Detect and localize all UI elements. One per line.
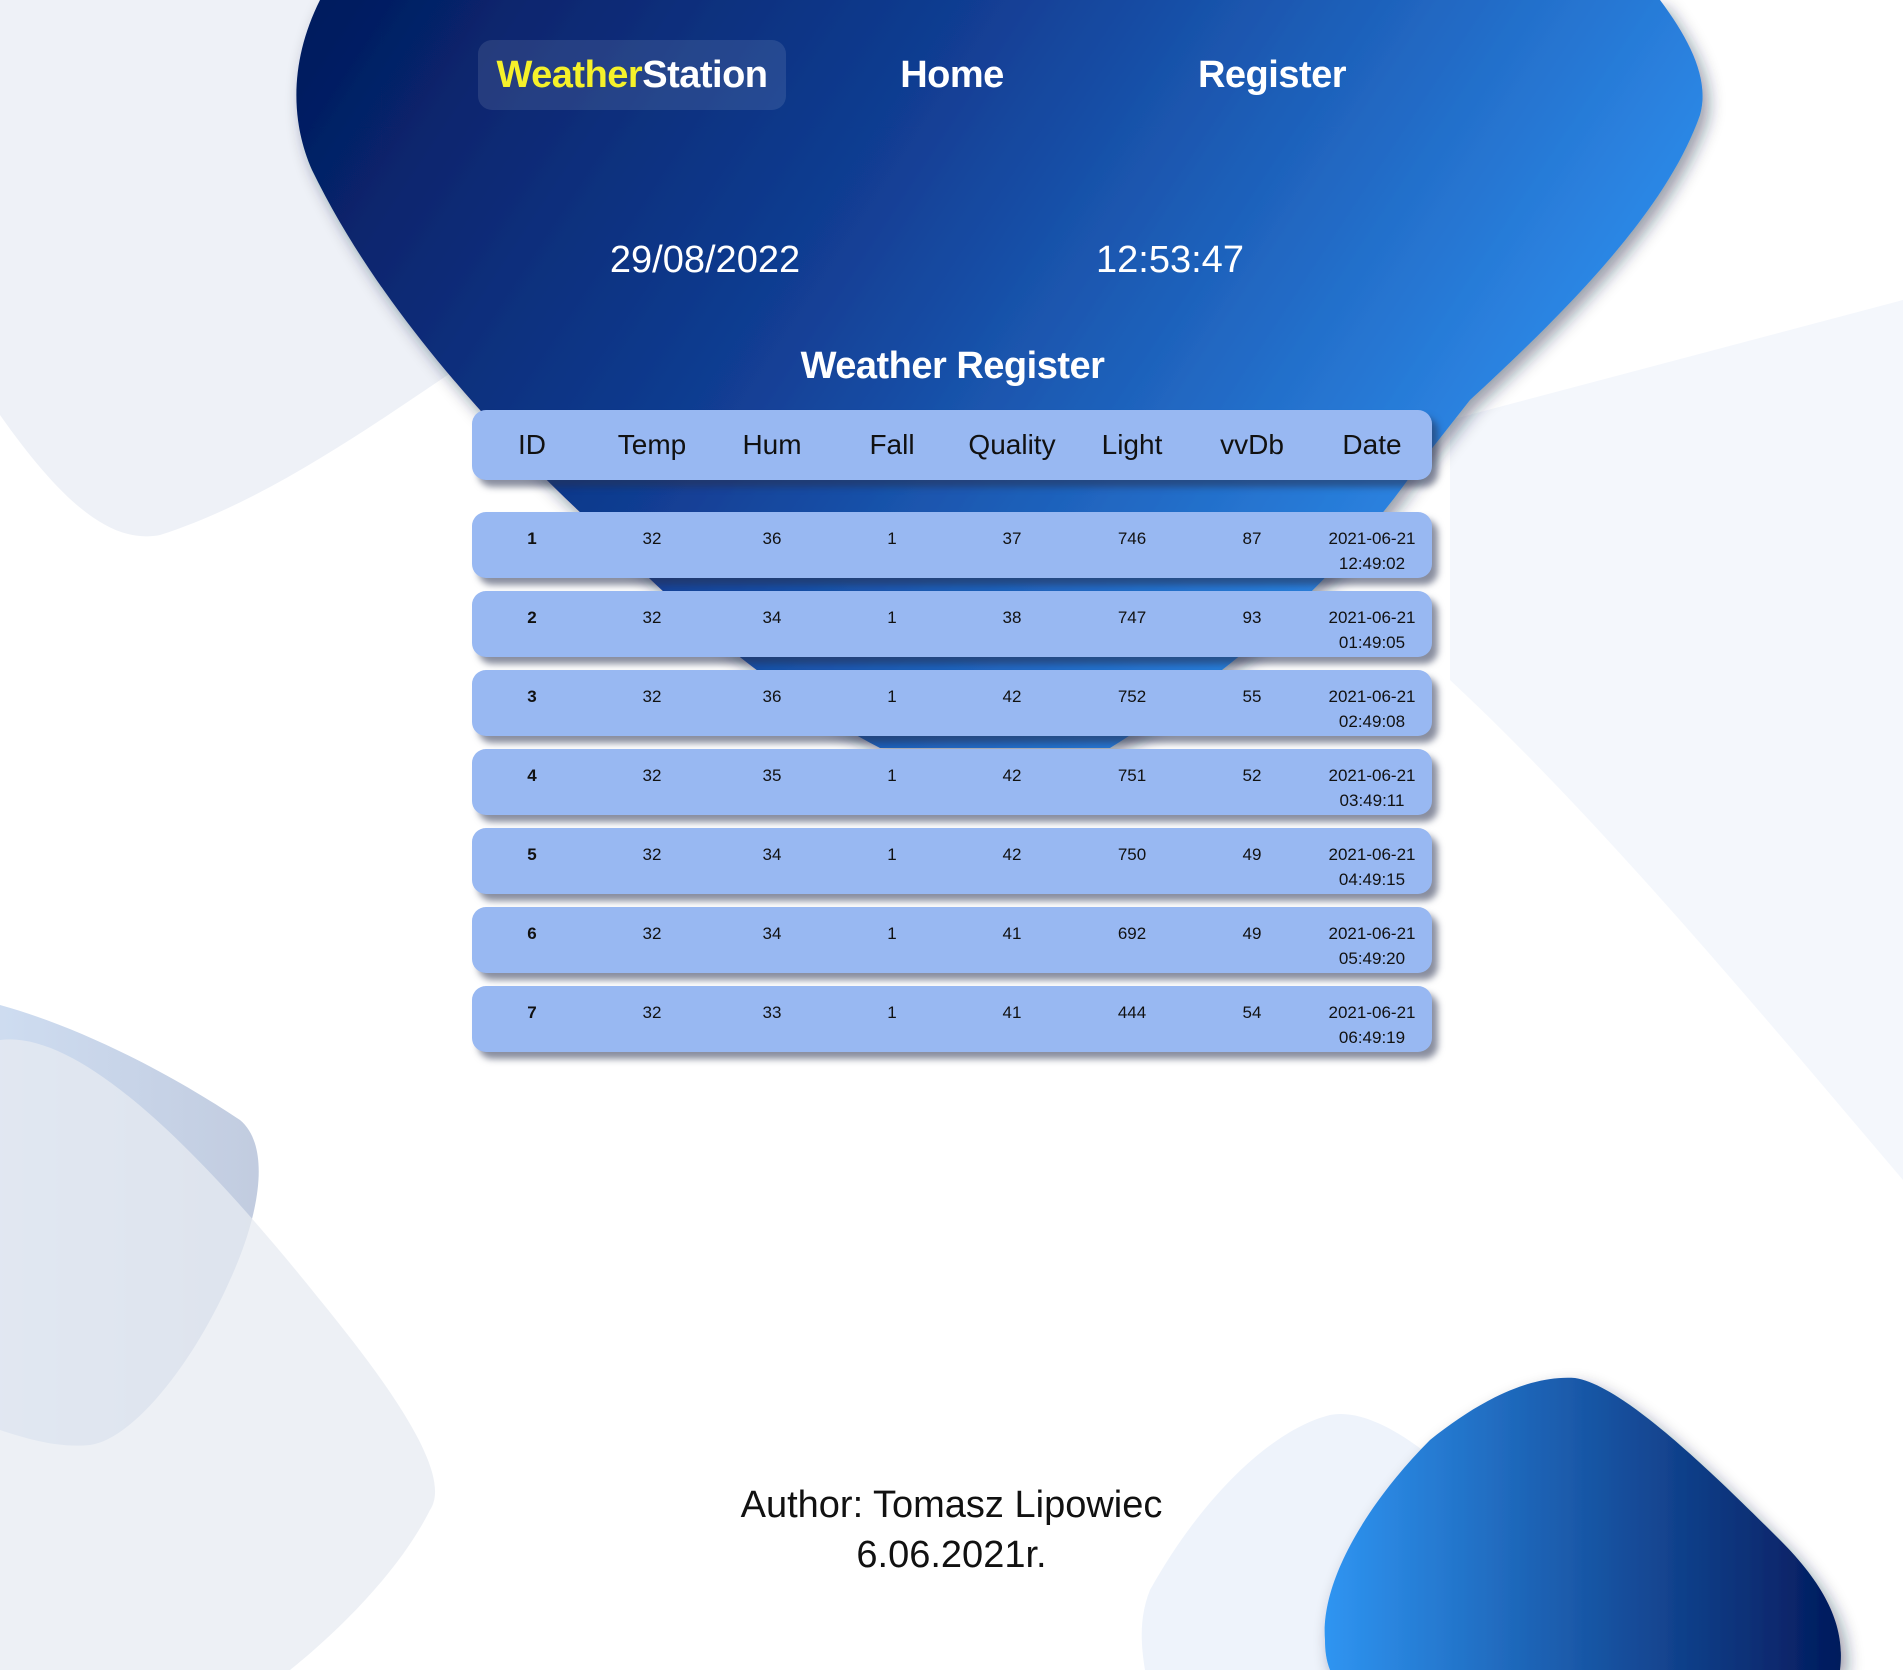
nav-home-link[interactable]: Home: [852, 40, 1052, 110]
cell-quality: 42: [1002, 687, 1022, 706]
cell-light: 752: [1117, 687, 1147, 706]
cell-date: 2021-06-21 03:49:11: [1328, 766, 1416, 810]
table-row: 3 32 36 1 42 752 55 2021-06-21 02:49:08: [472, 670, 1432, 736]
table-row: 4 32 35 1 42 751 52 2021-06-21 03:49:11: [472, 749, 1432, 815]
cell-quality: 42: [1002, 845, 1022, 864]
cell-hum: 36: [762, 687, 782, 706]
brand-station-text: Station: [642, 53, 768, 96]
cell-fall: 1: [887, 766, 897, 785]
cell-light: 750: [1117, 845, 1147, 864]
cell-temp: 32: [642, 608, 662, 627]
column-header-fall: Fall: [869, 429, 915, 460]
column-header-hum: Hum: [742, 429, 802, 460]
cell-temp: 32: [642, 766, 662, 785]
cell-date: 2021-06-21 12:49:02: [1328, 529, 1416, 573]
column-header-id: ID: [518, 429, 546, 460]
cell-vvdb: 49: [1242, 924, 1262, 943]
cell-quality: 41: [1002, 924, 1022, 943]
cell-quality: 42: [1002, 766, 1022, 785]
cell-vvdb: 93: [1242, 608, 1262, 627]
cell-light: 747: [1117, 608, 1147, 627]
column-header-temp: Temp: [617, 429, 687, 460]
cell-light: 692: [1117, 924, 1147, 943]
cell-vvdb: 55: [1242, 687, 1262, 706]
cell-vvdb: 52: [1242, 766, 1262, 785]
brand-logo-link[interactable]: Weather Station: [478, 40, 786, 110]
cell-fall: 1: [887, 1003, 897, 1022]
cell-hum: 34: [762, 608, 782, 627]
cell-light: 444: [1117, 1003, 1147, 1022]
cell-fall: 1: [887, 529, 897, 548]
current-time: 12:53:47: [1096, 238, 1244, 281]
cell-date: 2021-06-21 06:49:19: [1328, 1003, 1416, 1047]
cell-temp: 32: [642, 924, 662, 943]
column-header-light: Light: [1101, 429, 1163, 460]
cell-vvdb: 87: [1242, 529, 1262, 548]
cell-quality: 37: [1002, 529, 1022, 548]
cell-date: 2021-06-21 05:49:20: [1328, 924, 1416, 968]
cell-temp: 32: [642, 845, 662, 864]
table-header: ID Temp Hum Fall Quality Light vvDb Date: [472, 410, 1432, 480]
cell-hum: 35: [762, 766, 782, 785]
cell-light: 746: [1117, 529, 1147, 548]
column-header-date: Date: [1342, 429, 1402, 460]
column-header-vvdb: vvDb: [1220, 429, 1284, 460]
cell-temp: 32: [642, 1003, 662, 1022]
cell-id: 1: [527, 529, 537, 548]
cell-id: 5: [527, 845, 537, 864]
cell-vvdb: 54: [1242, 1003, 1262, 1022]
cell-hum: 34: [762, 924, 782, 943]
cell-hum: 33: [762, 1003, 782, 1022]
cell-id: 3: [527, 687, 537, 706]
cell-date: 2021-06-21 01:49:05: [1328, 608, 1416, 652]
table-row: 7 32 33 1 41 444 54 2021-06-21 06:49:19: [472, 986, 1432, 1052]
footer-author: Author: Tomasz Lipowiec: [740, 1484, 1163, 1526]
column-header-quality: Quality: [968, 429, 1056, 460]
cell-light: 751: [1117, 766, 1147, 785]
cell-date: 2021-06-21 02:49:08: [1328, 687, 1416, 731]
cell-id: 7: [527, 1003, 537, 1022]
cell-quality: 41: [1002, 1003, 1022, 1022]
cell-id: 4: [527, 766, 537, 785]
cell-fall: 1: [887, 845, 897, 864]
cell-hum: 34: [762, 845, 782, 864]
footer-date: 6.06.2021r.: [856, 1534, 1047, 1576]
cell-fall: 1: [887, 924, 897, 943]
cell-hum: 36: [762, 529, 782, 548]
current-date: 29/08/2022: [609, 238, 801, 281]
cell-id: 2: [527, 608, 537, 627]
table-row: 5 32 34 1 42 750 49 2021-06-21 04:49:15: [472, 828, 1432, 894]
brand-weather-text: Weather: [496, 53, 643, 96]
cell-quality: 38: [1002, 608, 1022, 627]
table-row: 1 32 36 1 37 746 87 2021-06-21 12:49:02: [472, 512, 1432, 578]
cell-temp: 32: [642, 687, 662, 706]
footer: Author: Tomasz Lipowiec 6.06.2021r.: [650, 1480, 1253, 1580]
cell-date: 2021-06-21 04:49:15: [1328, 845, 1416, 889]
table-row: 2 32 34 1 38 747 93 2021-06-21 01:49:05: [472, 591, 1432, 657]
cell-vvdb: 49: [1242, 845, 1262, 864]
cell-temp: 32: [642, 529, 662, 548]
page-title: Weather Register: [800, 345, 1105, 387]
table-row: 6 32 34 1 41 692 49 2021-06-21 05:49:20: [472, 907, 1432, 973]
nav-register-link[interactable]: Register: [1172, 40, 1372, 110]
cell-fall: 1: [887, 687, 897, 706]
cell-fall: 1: [887, 608, 897, 627]
cell-id: 6: [527, 924, 537, 943]
